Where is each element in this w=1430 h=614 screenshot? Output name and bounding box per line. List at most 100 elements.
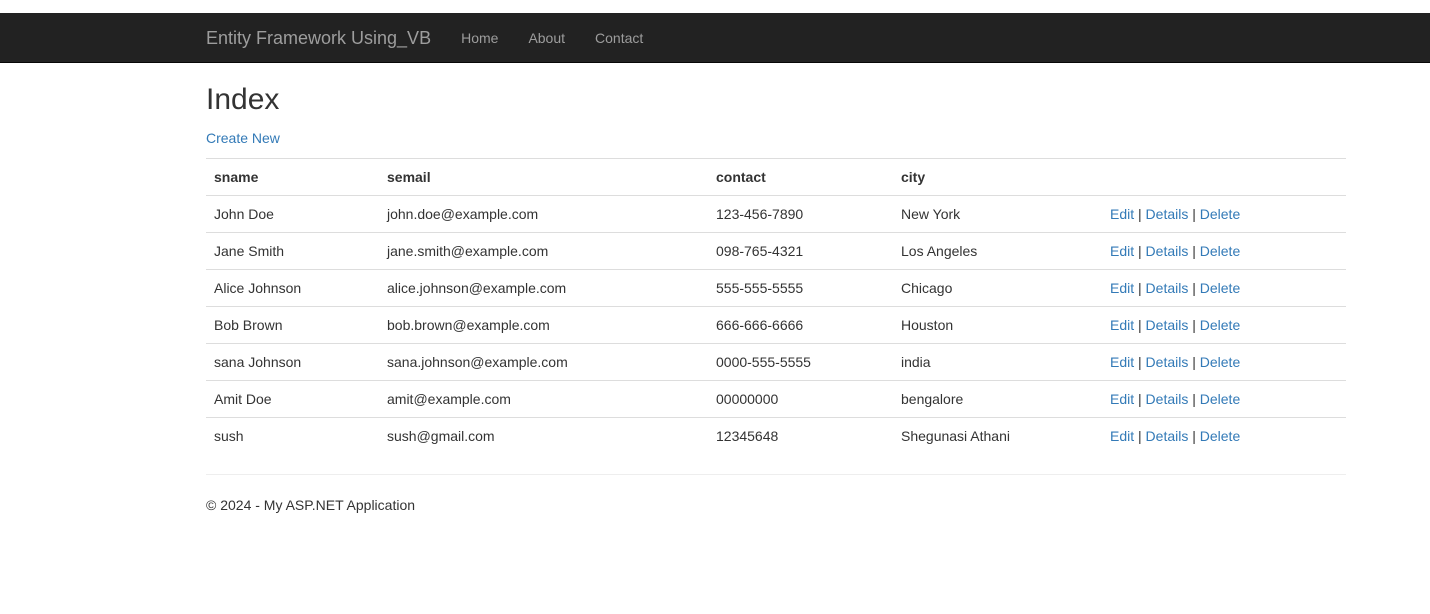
cell-contact: 00000000 — [708, 380, 893, 418]
top-gap — [0, 0, 1430, 13]
cell-semail: sana.johnson@example.com — [379, 343, 708, 381]
cell-city: New York — [901, 206, 961, 222]
table-header-row: sname semail contact city — [206, 158, 1346, 196]
nav-item-home: Home — [446, 13, 513, 63]
table-row: John Doe john.doe@example.com 123-456-7890… — [206, 196, 1346, 233]
table-row: Alice Johnson alice.johnson@example.com 55… — [206, 269, 1346, 307]
action-separator: | — [1138, 243, 1142, 259]
nav-link-about[interactable]: About — [513, 13, 580, 63]
column-header-contact: contact — [708, 158, 893, 196]
action-separator: | — [1138, 317, 1142, 333]
cell-city: Shegunasi Athani — [893, 417, 1102, 454]
cell-city: Los Angeles — [893, 232, 1102, 270]
edit-link[interactable]: Edit — [1110, 206, 1134, 222]
edit-link[interactable]: Edit — [1110, 354, 1134, 370]
table-body: John Doe john.doe@example.com 123-456-7890… — [206, 196, 1346, 454]
column-header-semail: semail — [379, 158, 708, 196]
cell-semail: alice.johnson@example.com — [379, 269, 708, 307]
table-row: sush sush@gmail.com 12345648 Shegunasi Atha… — [206, 417, 1346, 454]
footer-divider — [206, 474, 1346, 475]
table-row: sana Johnson sana.johnson@example.com 0000… — [206, 343, 1346, 381]
details-link[interactable]: Details — [1146, 391, 1189, 407]
column-header-actions — [1102, 158, 1346, 196]
action-separator: | — [1192, 206, 1196, 222]
cell-actions: Edit | Details | Delete — [1102, 269, 1346, 307]
edit-link[interactable]: Edit — [1110, 243, 1134, 259]
cell-semail: jane.smith@example.com — [379, 232, 708, 270]
cell-actions: Edit | Details | Delete — [1102, 196, 1346, 233]
details-link[interactable]: Details — [1146, 428, 1189, 444]
navbar: Entity Framework Using_VB Home About Con… — [0, 13, 1430, 63]
create-new-link[interactable]: Create New — [206, 128, 280, 148]
delete-link[interactable]: Delete — [1200, 428, 1240, 444]
cell-sname: Bob Brown — [206, 306, 379, 344]
table-row: Amit Doe amit@example.com 00000000 bengalor… — [206, 380, 1346, 418]
table-row: Jane Smith jane.smith@example.com 098-765-… — [206, 232, 1346, 270]
cell-actions: Edit | Details | Delete — [1102, 343, 1346, 381]
cell-semail: sush@gmail.com — [379, 417, 708, 454]
cell-sname: John Doe — [214, 206, 274, 222]
details-link[interactable]: Details — [1146, 317, 1189, 333]
cell-contact: 0000-555-5555 — [708, 343, 893, 381]
action-separator: | — [1192, 428, 1196, 444]
cell-city: bengalore — [893, 380, 1102, 418]
action-separator: | — [1138, 428, 1142, 444]
column-header-city: city — [893, 158, 1102, 196]
cell-city: Chicago — [893, 269, 1102, 307]
cell-semail: john.doe@example.com — [387, 206, 539, 222]
cell-actions: Edit | Details | Delete — [1102, 417, 1346, 454]
delete-link[interactable]: Delete — [1200, 206, 1240, 222]
cell-actions: Edit | Details | Delete — [1102, 232, 1346, 270]
cell-semail: amit@example.com — [379, 380, 708, 418]
cell-actions: Edit | Details | Delete — [1102, 306, 1346, 344]
students-table: sname semail contact city John Doe john.d… — [206, 158, 1346, 454]
cell-contact: 123-456-7890 — [716, 206, 804, 222]
cell-city: Houston — [893, 306, 1102, 344]
edit-link[interactable]: Edit — [1110, 280, 1134, 296]
nav-link-contact[interactable]: Contact — [580, 13, 658, 63]
action-separator: | — [1138, 206, 1142, 222]
cell-contact: 098-765-4321 — [708, 232, 893, 270]
cell-contact: 12345648 — [708, 417, 893, 454]
navbar-inner: Entity Framework Using_VB Home About Con… — [206, 13, 1346, 63]
footer: © 2024 - My ASP.NET Application — [206, 495, 1346, 515]
cell-semail: bob.brown@example.com — [379, 306, 708, 344]
action-separator: | — [1192, 354, 1196, 370]
nav-item-about: About — [513, 13, 580, 63]
edit-link[interactable]: Edit — [1110, 391, 1134, 407]
nav-item-contact: Contact — [580, 13, 658, 63]
details-link[interactable]: Details — [1146, 280, 1189, 296]
column-header-sname: sname — [206, 158, 379, 196]
nav-link-home[interactable]: Home — [446, 13, 513, 63]
cell-contact: 666-666-6666 — [708, 306, 893, 344]
cell-actions: Edit | Details | Delete — [1102, 380, 1346, 418]
table-row: Bob Brown bob.brown@example.com 666-666-66… — [206, 306, 1346, 344]
delete-link[interactable]: Delete — [1200, 391, 1240, 407]
action-separator: | — [1192, 391, 1196, 407]
cell-sname: Alice Johnson — [206, 269, 379, 307]
action-separator: | — [1192, 243, 1196, 259]
nav-links: Home About Contact — [446, 13, 658, 63]
cell-sname: Jane Smith — [206, 232, 379, 270]
delete-link[interactable]: Delete — [1200, 280, 1240, 296]
cell-sname: Amit Doe — [206, 380, 379, 418]
details-link[interactable]: Details — [1146, 206, 1189, 222]
table-head: sname semail contact city — [206, 158, 1346, 196]
details-link[interactable]: Details — [1146, 243, 1189, 259]
page-title: Index — [206, 83, 280, 116]
edit-link[interactable]: Edit — [1110, 317, 1134, 333]
cell-city: india — [893, 343, 1102, 381]
brand-link[interactable]: Entity Framework Using_VB — [206, 13, 431, 63]
delete-link[interactable]: Delete — [1200, 243, 1240, 259]
footer-copyright: © 2024 - My ASP.NET Application — [206, 497, 416, 513]
cell-sname: sush — [206, 417, 379, 454]
delete-link[interactable]: Delete — [1200, 354, 1240, 370]
action-separator: | — [1192, 317, 1196, 333]
cell-contact: 555-555-5555 — [708, 269, 893, 307]
action-separator: | — [1138, 280, 1142, 296]
details-link[interactable]: Details — [1146, 354, 1189, 370]
cell-sname: sana Johnson — [206, 343, 379, 381]
edit-link[interactable]: Edit — [1110, 428, 1134, 444]
delete-link[interactable]: Delete — [1200, 317, 1240, 333]
action-separator: | — [1192, 280, 1196, 296]
